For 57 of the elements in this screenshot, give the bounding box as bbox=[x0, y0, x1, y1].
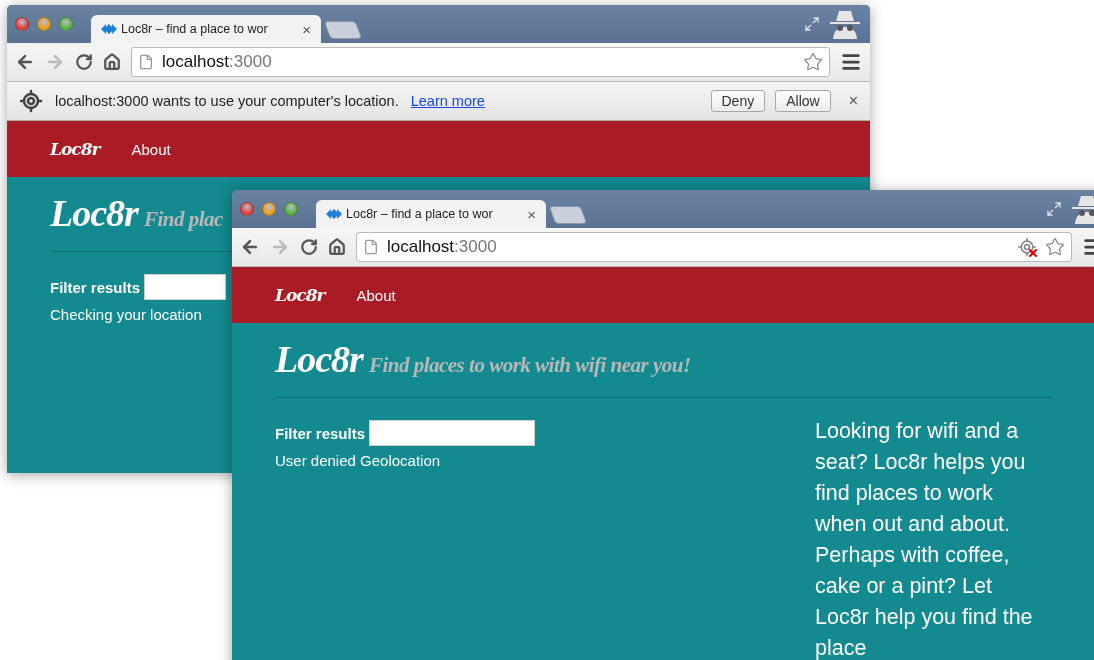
minimize-window-button[interactable] bbox=[262, 202, 276, 216]
incognito-icon bbox=[828, 9, 862, 39]
filter-label: Filter results bbox=[275, 424, 366, 442]
deny-button[interactable]: Deny bbox=[710, 90, 766, 112]
home-icon[interactable] bbox=[328, 238, 346, 256]
page-tagline: Find places to work with wifi near you! bbox=[368, 353, 691, 378]
fullscreen-icon[interactable] bbox=[804, 16, 820, 32]
browser-tab[interactable]: Loc8r – find a place to wor × bbox=[316, 200, 546, 228]
nav-link[interactable]: About bbox=[356, 286, 396, 304]
menu-icon[interactable] bbox=[840, 51, 862, 73]
page-icon bbox=[138, 54, 154, 70]
back-icon[interactable] bbox=[15, 52, 35, 72]
page-title: Loc8r bbox=[50, 191, 138, 235]
home-icon[interactable] bbox=[103, 53, 121, 71]
close-window-button[interactable] bbox=[15, 17, 29, 31]
page-tagline: Find plac bbox=[143, 207, 223, 232]
zoom-window-button[interactable] bbox=[284, 202, 298, 216]
bookmark-star-icon[interactable] bbox=[1045, 237, 1065, 257]
favicon-icon bbox=[101, 23, 117, 35]
location-blocked-icon[interactable] bbox=[1017, 237, 1037, 257]
filter-input[interactable] bbox=[369, 420, 536, 446]
favicon-icon bbox=[326, 208, 342, 220]
reload-icon[interactable] bbox=[75, 53, 93, 71]
zoom-window-button[interactable] bbox=[59, 17, 73, 31]
sidebar-text: Looking for wifi and a seat? Loc8r helps you find places to work when out and about. Perhaps with coffee, cake or a pint? Let Loc8r help you find the place bbox=[815, 418, 1034, 660]
filter-input[interactable] bbox=[144, 274, 227, 300]
close-window-button[interactable] bbox=[240, 202, 254, 216]
tab-close-button[interactable]: × bbox=[527, 205, 536, 223]
brand-logo[interactable]: Loc8r bbox=[275, 285, 325, 305]
page-title: Loc8r bbox=[275, 337, 363, 381]
nav-link[interactable]: About bbox=[131, 140, 171, 158]
bookmark-star-icon[interactable] bbox=[803, 52, 823, 72]
allow-button[interactable]: Allow bbox=[775, 90, 831, 112]
location-status: Checking your location bbox=[50, 306, 203, 323]
location-icon bbox=[19, 89, 43, 113]
address-field[interactable]: localhost:3000 bbox=[131, 47, 830, 77]
minimize-window-button[interactable] bbox=[37, 17, 51, 31]
tab-title: Loc8r – find a place to wor bbox=[121, 22, 269, 36]
page-icon bbox=[363, 239, 379, 255]
infobar-message: localhost:3000 wants to use your computer's location. bbox=[55, 93, 399, 109]
fullscreen-icon[interactable] bbox=[1046, 201, 1062, 217]
back-icon[interactable] bbox=[240, 237, 260, 257]
forward-icon[interactable] bbox=[45, 52, 65, 72]
infobar-close-button[interactable]: × bbox=[848, 92, 858, 110]
new-tab-button[interactable] bbox=[323, 21, 363, 39]
tab-close-button[interactable]: × bbox=[302, 20, 311, 38]
location-status: User denied Geolocation bbox=[275, 452, 442, 469]
learn-more-link[interactable]: Learn more bbox=[410, 93, 485, 109]
reload-icon[interactable] bbox=[300, 238, 318, 256]
address-field[interactable]: localhost:3000 bbox=[356, 232, 1072, 262]
incognito-icon bbox=[1070, 194, 1094, 224]
brand-logo[interactable]: Loc8r bbox=[50, 139, 100, 159]
filter-label: Filter results bbox=[50, 278, 141, 296]
tab-title: Loc8r – find a place to wor bbox=[346, 207, 494, 221]
forward-icon[interactable] bbox=[270, 237, 290, 257]
new-tab-button[interactable] bbox=[548, 206, 588, 224]
browser-tab[interactable]: Loc8r – find a place to wor × bbox=[91, 15, 321, 43]
